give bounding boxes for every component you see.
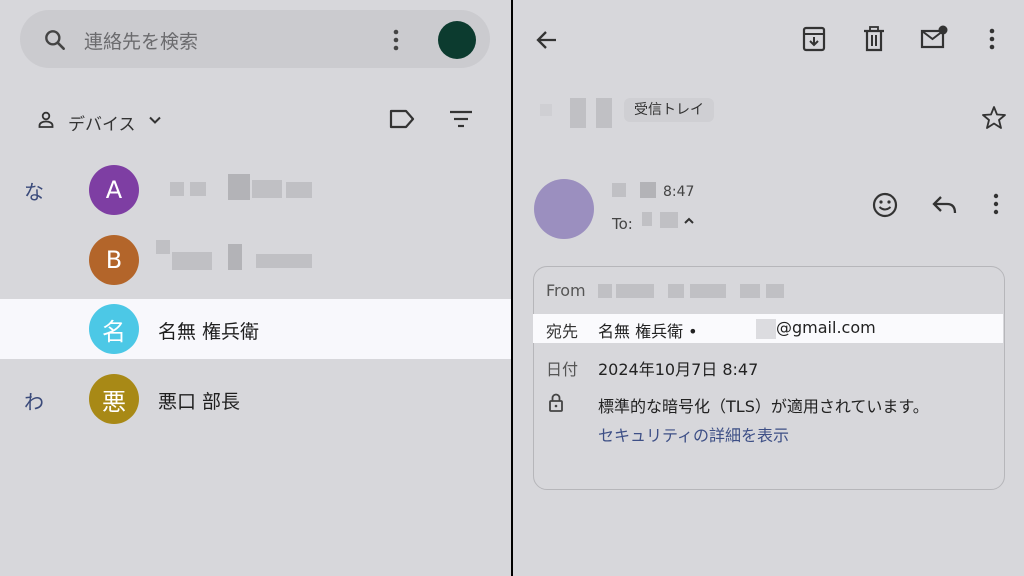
more-vert-icon[interactable]	[985, 191, 1007, 217]
emoji-icon[interactable]	[871, 191, 899, 219]
archive-icon[interactable]	[801, 25, 827, 53]
date-label: 日付	[546, 360, 579, 379]
email-time: 8:47	[663, 184, 695, 200]
lock-icon	[547, 393, 565, 413]
to-row-label: 宛先	[546, 322, 579, 341]
from-label: From	[546, 281, 586, 300]
date-value: 2024年10月7日 8:47	[598, 360, 759, 379]
chevron-up-icon[interactable]	[682, 214, 696, 228]
star-icon[interactable]	[981, 104, 1007, 130]
sender-avatar[interactable]	[534, 179, 594, 239]
delete-icon[interactable]	[862, 25, 886, 53]
reply-icon[interactable]	[931, 192, 959, 218]
inbox-label-chip[interactable]: 受信トレイ	[624, 98, 714, 122]
mail-overlay: 受信トレイ 8:47 To: From 宛先 名無 権兵衛 • @gmail.c…	[0, 0, 1024, 576]
to-label: To:	[612, 215, 633, 233]
back-arrow-icon[interactable]	[534, 27, 560, 53]
to-row-name[interactable]: 名無 権兵衛 •	[598, 318, 698, 342]
security-text: 標準的な暗号化（TLS）が適用されています。	[598, 397, 929, 416]
more-vert-icon[interactable]	[980, 26, 1004, 52]
security-details-link[interactable]: セキュリティの詳細を表示	[598, 422, 789, 446]
to-row-email[interactable]: @gmail.com	[776, 318, 876, 337]
mark-unread-icon[interactable]	[919, 25, 949, 51]
